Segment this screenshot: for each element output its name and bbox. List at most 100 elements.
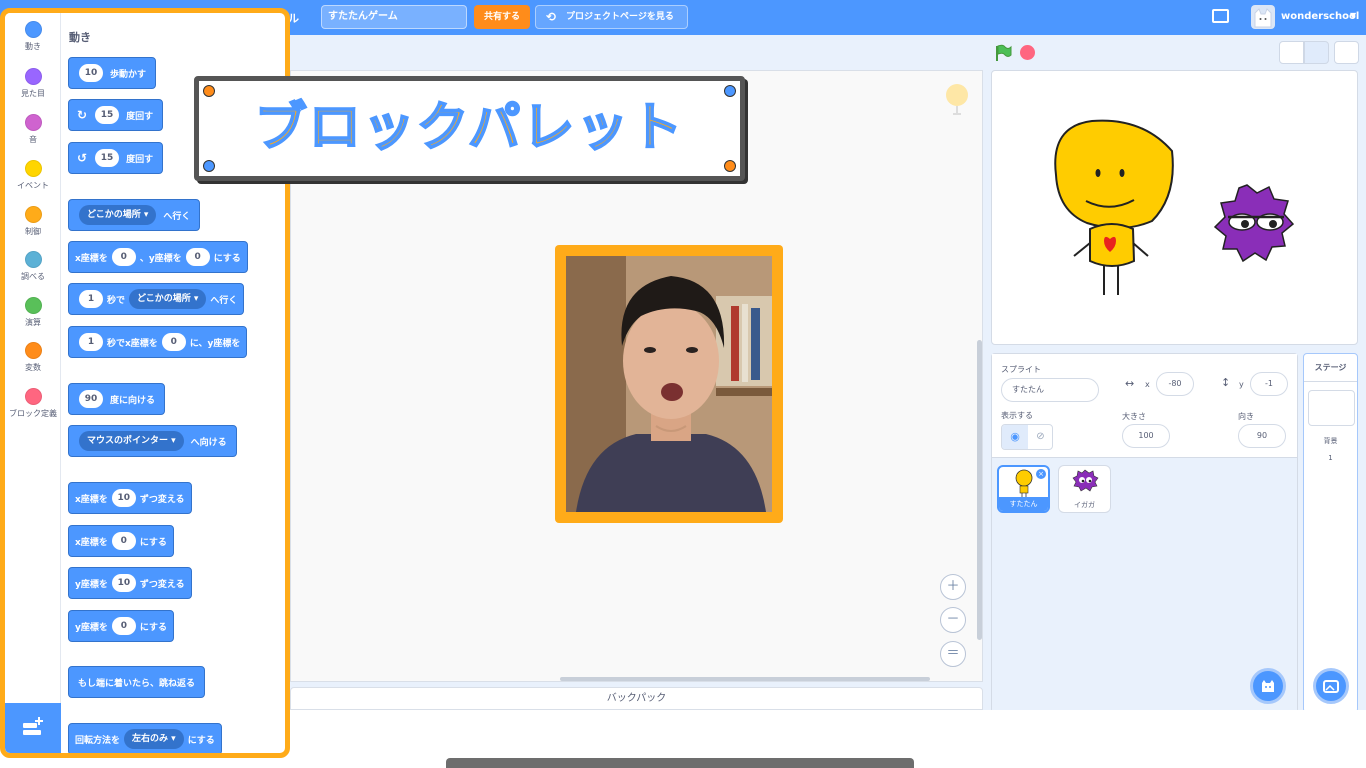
backdrop-thumbnail[interactable]	[1308, 390, 1355, 426]
small-stage-icon[interactable]	[1279, 41, 1304, 64]
sutatan-sprite[interactable]	[1054, 119, 1174, 295]
add-backdrop-button[interactable]	[1313, 668, 1349, 704]
eye-off-icon[interactable]: ⊘	[1028, 425, 1053, 449]
project-page-button[interactable]: ⟲ プロジェクトページを見る	[535, 5, 688, 29]
zoom-in-icon[interactable]: ＋	[940, 574, 966, 600]
size-input[interactable]: 100	[1122, 424, 1170, 448]
category-looks[interactable]: 見た目	[5, 68, 61, 99]
zoom-out-icon[interactable]: －	[940, 607, 966, 633]
category-dot-icon	[24, 68, 42, 85]
block-turn-right[interactable]: ↻ 15 度回す	[68, 99, 164, 131]
project-title-input[interactable]: すたたんゲーム	[321, 5, 467, 29]
block-input[interactable]: 0	[161, 333, 186, 351]
block-goto[interactable]: どこかの場所 ▾ へ行く	[68, 199, 201, 231]
block-input[interactable]: 10	[79, 64, 103, 82]
share-button[interactable]: 共有する	[474, 5, 530, 29]
category-dot-icon	[24, 342, 42, 359]
block-dropdown[interactable]: どこかの場所 ▾	[79, 205, 157, 225]
block-point-towards[interactable]: マウスのポインター ▾ へ向ける	[68, 425, 237, 457]
block-input[interactable]: 15	[95, 149, 120, 167]
category-sound[interactable]: 音	[5, 114, 61, 145]
category-dot-icon	[24, 21, 42, 38]
block-turn-left[interactable]: ↺ 15 度回す	[68, 142, 164, 174]
igaga-sprite[interactable]	[1213, 184, 1295, 263]
category-menu: 動き 見た目 音 イベント 制御 調べる 演算 変数 ブロック定義	[5, 13, 61, 753]
code-scrollbar-horizontal[interactable]	[560, 677, 930, 681]
category-my-blocks[interactable]: ブロック定義	[5, 388, 61, 420]
sprite-pane: スプライト すたたん ↔ x -80 ↕ y -1 表示する ◉ ⊘ 大きさ 1…	[991, 353, 1298, 713]
block-dropdown[interactable]: 左右のみ ▾	[124, 729, 184, 749]
overlay-caption-banner: ブロックパレット	[194, 76, 745, 181]
backdrop-count: 1	[1328, 454, 1333, 462]
block-input[interactable]: 0	[111, 248, 136, 266]
x-label: x	[1145, 380, 1150, 389]
chevron-down-icon[interactable]: ▼	[1350, 11, 1356, 20]
code-tabs-strip	[290, 35, 983, 70]
refresh-arrows-icon: ⟲	[546, 10, 557, 24]
block-input[interactable]: 0	[111, 532, 136, 550]
block-dropdown[interactable]: どこかの場所 ▾	[129, 289, 207, 309]
zoom-reset-icon[interactable]: ＝	[940, 641, 966, 667]
block-change-x[interactable]: x座標を 10 ずつ変える	[68, 482, 192, 514]
category-motion[interactable]: 動き	[5, 21, 61, 52]
size-label: 大きさ	[1122, 412, 1146, 421]
rotate-right-icon: ↻	[77, 108, 88, 122]
block-input[interactable]: 1	[79, 333, 103, 351]
sprite-ghost-icon	[942, 82, 972, 124]
block-rotation-style[interactable]: 回転方法を 左右のみ ▾ にする	[68, 723, 222, 753]
delete-sprite-icon[interactable]: ×	[1036, 469, 1046, 479]
show-label: 表示する	[1001, 411, 1033, 420]
category-operators[interactable]: 演算	[5, 297, 61, 328]
block-bounce[interactable]: もし端に着いたら、跳ね返る	[68, 666, 206, 698]
block-move-steps[interactable]: 10 歩動かす	[68, 57, 157, 89]
stage-pane-title: ステージ	[1304, 354, 1357, 382]
y-input[interactable]: -1	[1250, 372, 1288, 396]
folder-icon[interactable]	[1212, 9, 1229, 23]
block-input[interactable]: 0	[185, 248, 210, 266]
block-input[interactable]: 15	[95, 106, 120, 124]
sprite-thumb-label: すたたん	[999, 497, 1048, 511]
stage-target-pane[interactable]: ステージ 背景 1	[1303, 353, 1358, 713]
project-page-label: プロジェクトページを見る	[566, 12, 674, 22]
avatar[interactable]	[1251, 5, 1275, 29]
stop-icon[interactable]	[1020, 45, 1035, 60]
block-input[interactable]: 0	[111, 617, 136, 635]
x-input[interactable]: -80	[1156, 372, 1194, 396]
category-control[interactable]: 制御	[5, 206, 61, 237]
cat-avatar-icon	[1254, 8, 1272, 28]
stage-canvas[interactable]	[991, 70, 1358, 345]
backpack-bar[interactable]: バックパック	[290, 687, 983, 710]
add-extension-button[interactable]	[5, 703, 61, 753]
y-arrows-icon: ↕	[1221, 376, 1231, 389]
direction-input[interactable]: 90	[1238, 424, 1286, 448]
igaga-thumb-icon	[1072, 469, 1099, 492]
block-goto-xy[interactable]: x座標を 0 、y座標を 0 にする	[68, 241, 248, 273]
block-point-direction[interactable]: 90 度に向ける	[68, 383, 166, 415]
cat-add-icon	[1262, 680, 1274, 692]
block-set-y[interactable]: y座標を 0 にする	[68, 610, 174, 642]
block-glide[interactable]: 1 秒で どこかの場所 ▾ へ行く	[68, 283, 245, 315]
category-dot-icon	[24, 114, 42, 131]
category-dot-icon	[24, 388, 42, 405]
username[interactable]: wonderschool	[1281, 11, 1359, 22]
eye-icon[interactable]: ◉	[1002, 425, 1028, 449]
block-input[interactable]: 90	[79, 390, 103, 408]
add-sprite-button[interactable]	[1250, 668, 1286, 704]
fullscreen-icon[interactable]	[1334, 41, 1359, 64]
block-input[interactable]: 10	[111, 489, 136, 507]
sprite-thumb-igaga[interactable]: イガガ	[1058, 465, 1111, 513]
block-input[interactable]: 10	[111, 574, 136, 592]
block-glide-xy[interactable]: 1 秒でx座標を 0 に、y座標を	[68, 326, 248, 358]
block-dropdown[interactable]: マウスのポインター ▾	[79, 431, 184, 451]
category-events[interactable]: イベント	[5, 160, 61, 191]
code-scrollbar-vertical[interactable]	[977, 340, 982, 640]
block-change-y[interactable]: y座標を 10 ずつ変える	[68, 567, 192, 599]
sprite-thumb-sutatan[interactable]: × すたたん	[997, 465, 1050, 513]
sprite-name-input[interactable]: すたたん	[1001, 378, 1099, 402]
green-flag-icon[interactable]	[994, 44, 1012, 66]
category-sensing[interactable]: 調べる	[5, 251, 61, 282]
large-stage-icon[interactable]	[1304, 41, 1329, 64]
category-variables[interactable]: 変数	[5, 342, 61, 373]
block-input[interactable]: 1	[79, 290, 103, 308]
block-set-x[interactable]: x座標を 0 にする	[68, 525, 174, 557]
